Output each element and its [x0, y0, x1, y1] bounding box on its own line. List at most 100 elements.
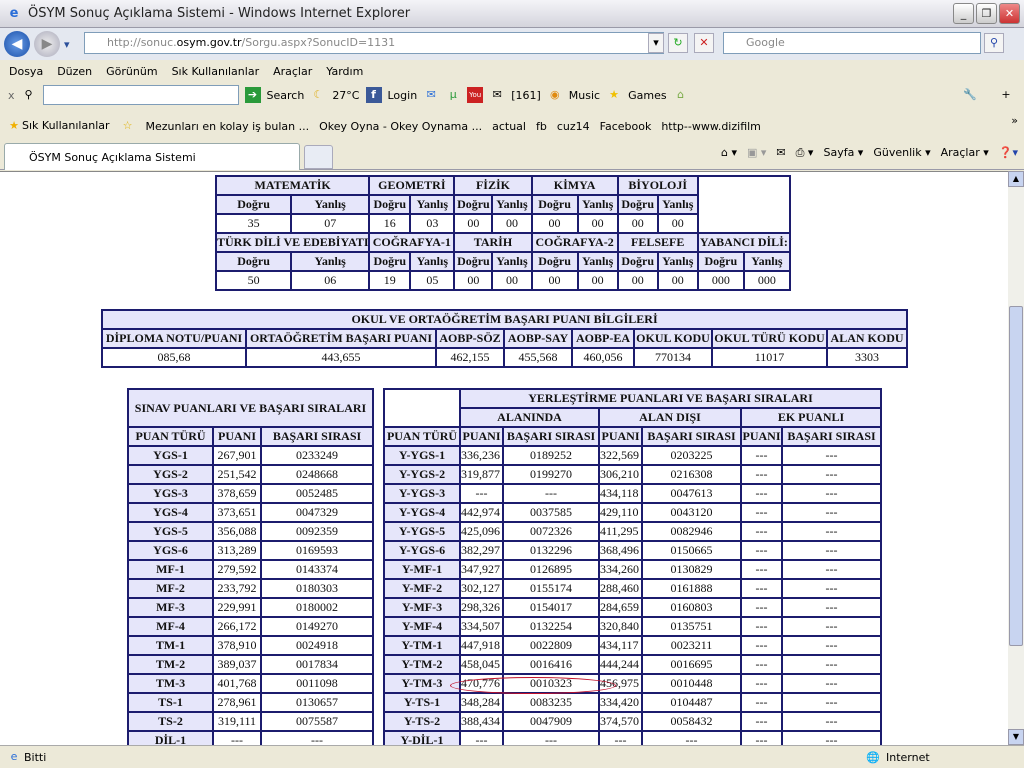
rank-value: 0058432	[641, 711, 742, 732]
weather-text[interactable]: 27°C	[332, 89, 359, 102]
header-cell: Doğru	[696, 251, 745, 272]
music-button[interactable]: Music	[569, 89, 600, 102]
fav-link-fb[interactable]: fb	[536, 120, 547, 133]
score-value: 319,111	[212, 711, 262, 732]
safety-menu[interactable]: Güvenlik ▾	[873, 146, 930, 160]
rank-value: 0161888	[641, 578, 742, 599]
favorites-button[interactable]: ★ Sık Kullanılanlar	[6, 118, 110, 134]
fav-link-dizifilm[interactable]: http--www.dizifilm	[661, 120, 761, 133]
score-type: Y-TM-3	[383, 673, 461, 694]
tag-icon[interactable]: ⌂	[673, 87, 689, 103]
table-row: TM-2 389,037 0017834	[127, 654, 375, 675]
rank-value: ---	[780, 692, 883, 713]
url-rest: /Sorgu.aspx?SonucID=1131	[241, 36, 396, 49]
fav-link-okey[interactable]: Okey Oyna - Okey Oynama ...	[319, 120, 482, 133]
tab-label: ÖSYM Sonuç Açıklama Sistemi	[29, 151, 196, 164]
page-icon: e	[10, 750, 18, 763]
notification-icon: ✉	[492, 88, 502, 101]
utorrent-icon[interactable]: µ	[445, 87, 461, 103]
table-row: Y-MF-2 302,127 0155174 288,460 0161888 --- ---	[383, 578, 883, 599]
menu-help[interactable]: Yardım	[326, 65, 363, 78]
rank-value: 0011098	[259, 673, 375, 694]
vertical-scrollbar[interactable]: ▲ ▼	[1008, 171, 1024, 745]
answer-count: 00	[576, 270, 619, 291]
refresh-icon[interactable]: ↻	[668, 33, 688, 53]
wrench-icon[interactable]: 🔧	[962, 87, 978, 103]
magnifier-icon[interactable]: ⚲	[21, 87, 37, 103]
home-icon[interactable]: ⌂ ▾	[721, 146, 737, 160]
fav-link-actual[interactable]: actual	[492, 120, 526, 133]
rank-value: 0216308	[641, 464, 742, 485]
notification-count[interactable]: [161]	[511, 89, 541, 102]
more-favorites-icon[interactable]: »	[1011, 114, 1018, 127]
address-dropdown-icon[interactable]: ▾	[648, 33, 664, 53]
menu-favorites[interactable]: Sık Kullanılanlar	[172, 65, 260, 78]
toolbar-search-input[interactable]	[42, 85, 239, 105]
header-cell: Yanlış	[409, 194, 456, 215]
fav-link-facebook[interactable]: Facebook	[600, 120, 652, 133]
rank-value: ---	[780, 464, 883, 485]
history-dropdown-icon[interactable]: ▾	[64, 38, 70, 51]
table-row: PUAN TÜRÜ PUANI BAŞARI SIRASI PUANI BAŞARI S…	[383, 426, 883, 447]
new-tab-button[interactable]	[304, 145, 333, 169]
search-go-icon[interactable]: ⚲	[984, 33, 1004, 53]
rank-value: 0037585	[502, 502, 600, 523]
add-icon[interactable]: +	[998, 87, 1014, 103]
login-button[interactable]: Login	[388, 89, 418, 102]
score-value: 378,659	[212, 483, 262, 504]
minimize-button[interactable]: _	[953, 3, 974, 24]
table-row: SINAV PUANLARI VE BAŞARI SIRALARI	[126, 388, 375, 428]
restore-button[interactable]: ❐	[976, 3, 997, 24]
menu-tools[interactable]: Araçlar	[273, 65, 312, 78]
status-text: Bitti	[24, 750, 47, 764]
menu-edit[interactable]: Düzen	[57, 65, 92, 78]
tab-osym[interactable]: ÖSYM Sonuç Açıklama Sistemi	[4, 143, 300, 170]
score-value: 251,542	[212, 464, 262, 485]
score-value: 458,045	[459, 654, 504, 675]
score-type: Y-DİL-1	[383, 730, 461, 745]
mail-read-icon[interactable]: ✉	[776, 146, 785, 160]
scroll-up-button[interactable]: ▲	[1008, 171, 1024, 187]
rank-value: ---	[502, 483, 600, 504]
star-icon: ★	[609, 88, 620, 101]
favorites-label: Sık Kullanılanlar	[22, 119, 110, 132]
table-row: 085,68 443,655 462,155 455,568 460,056 770134…	[101, 347, 909, 368]
search-box[interactable]: Google	[723, 32, 981, 54]
address-bar[interactable]: http://sonuc.osym.gov.tr/Sorgu.aspx?Sonu…	[84, 32, 664, 54]
page-menu[interactable]: Sayfa ▾	[823, 146, 863, 160]
feeds-icon[interactable]: ▣ ▾	[747, 146, 766, 160]
fav-link-mezun[interactable]: Mezunları en kolay iş bulan ...	[146, 120, 310, 133]
header-cell: Yanlış	[742, 251, 792, 272]
globe-icon: 🌐	[866, 750, 880, 764]
menu-file[interactable]: Dosya	[9, 65, 43, 78]
forward-button[interactable]: ▶	[34, 31, 60, 57]
favorites-bar: ★ Sık Kullanılanlar ☆ Mezunları en kolay …	[0, 114, 1024, 138]
header-cell: BAŞARI SIRASI	[502, 426, 600, 447]
answer-count: 16	[368, 213, 412, 234]
scroll-thumb[interactable]	[1009, 306, 1023, 646]
back-button[interactable]: ◀	[4, 31, 30, 57]
close-button[interactable]: ✕	[999, 3, 1020, 24]
table-row: MF-3 229,991 0180002	[127, 597, 375, 618]
close-toolbar-icon[interactable]: x	[8, 89, 15, 102]
add-favorite-icon[interactable]: ☆	[120, 118, 136, 134]
header-cell: OKUL TÜRÜ KODU	[711, 328, 828, 349]
scroll-down-button[interactable]: ▼	[1008, 729, 1024, 745]
games-button[interactable]: Games	[628, 89, 666, 102]
stop-icon[interactable]: ✕	[694, 33, 714, 53]
table-row: TS-1 278,961 0130657	[127, 692, 375, 713]
toolbar-search-button[interactable]: Search	[267, 89, 305, 102]
rank-value: 0016416	[502, 654, 600, 675]
answer-count: 000	[742, 270, 792, 291]
youtube-icon[interactable]: You	[467, 87, 484, 103]
help-icon[interactable]: ❓▾	[999, 146, 1018, 160]
menu-view[interactable]: Görünüm	[106, 65, 157, 78]
mail-icon[interactable]: ✉	[423, 87, 439, 103]
header-cell: Yanlış	[409, 251, 456, 272]
tools-menu[interactable]: Araçlar ▾	[941, 146, 989, 160]
score-value: ---	[212, 730, 262, 745]
fav-link-cuz14[interactable]: cuz14	[557, 120, 590, 133]
print-icon[interactable]: ⎙ ▾	[796, 146, 814, 160]
score-type: Y-YGS-5	[383, 521, 461, 542]
answer-count: 00	[491, 213, 533, 234]
